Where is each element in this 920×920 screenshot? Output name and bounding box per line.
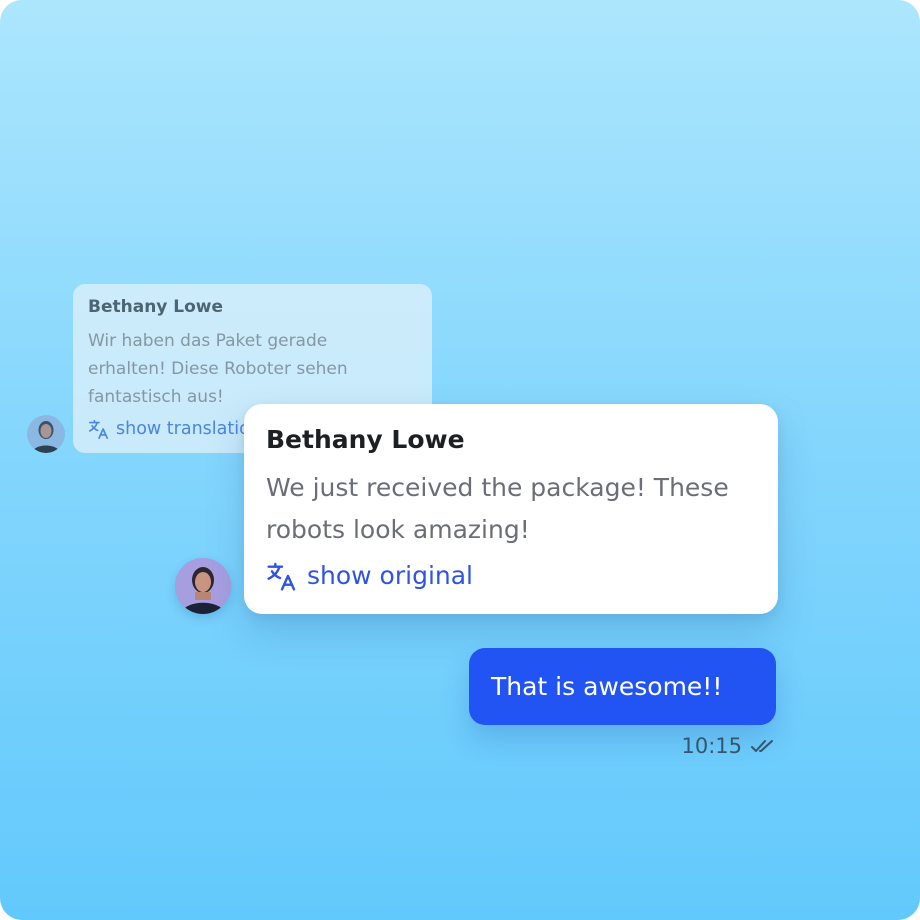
chat-canvas: Bethany Lowe Wir haben das Paket gerade … (0, 0, 920, 920)
message-text: That is awesome!! (491, 672, 723, 701)
sender-avatar[interactable] (27, 415, 65, 453)
translate-icon (266, 560, 298, 592)
sender-avatar[interactable] (175, 558, 231, 614)
message-text: We just received the package! These robo… (266, 473, 729, 544)
person-avatar-icon (175, 558, 231, 614)
message-sender-name: Bethany Lowe (88, 297, 224, 317)
message-time: 10:15 (681, 734, 742, 758)
message-sender-name: Bethany Lowe (266, 425, 465, 454)
show-original-label: show original (307, 561, 474, 590)
message-text: Wir haben das Paket gerade erhalten! Die… (88, 331, 348, 407)
translated-message-bubble: Bethany Lowe We just received the packag… (244, 404, 778, 614)
show-original-link[interactable]: show original (266, 559, 756, 593)
show-translation-label: show translation (116, 419, 261, 439)
translate-icon (88, 418, 110, 440)
person-avatar-icon (27, 415, 65, 453)
double-check-icon (750, 737, 776, 755)
outgoing-message-bubble: That is awesome!! (469, 648, 776, 725)
message-status: 10:15 (681, 732, 776, 760)
